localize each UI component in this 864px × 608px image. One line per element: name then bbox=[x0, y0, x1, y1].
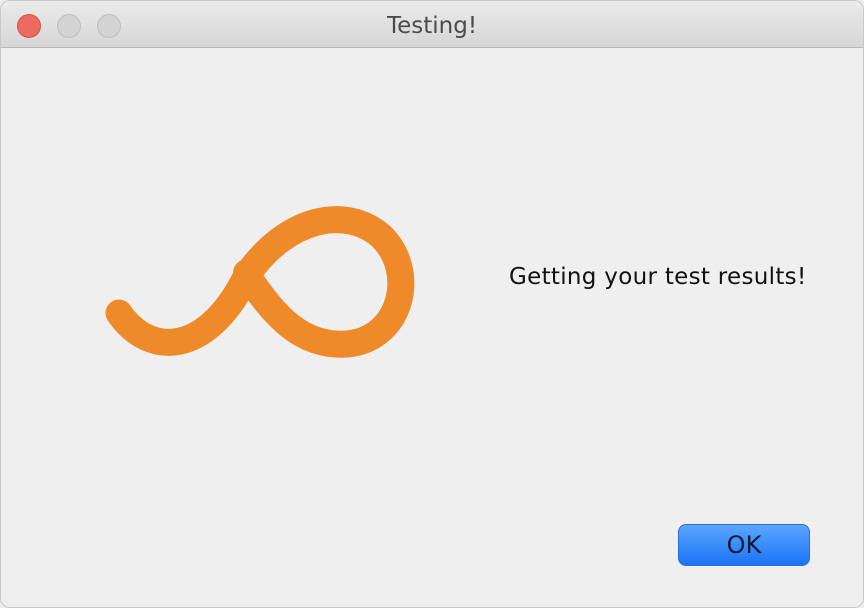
status-message: Getting your test results! bbox=[509, 264, 807, 290]
loop-logo-icon bbox=[105, 206, 415, 358]
dialog-window: Testing! Getting your test results! OK bbox=[0, 0, 864, 608]
window-title: Testing! bbox=[386, 13, 478, 39]
title-bar[interactable]: Testing! bbox=[1, 1, 863, 48]
ok-button[interactable]: OK bbox=[678, 524, 810, 566]
